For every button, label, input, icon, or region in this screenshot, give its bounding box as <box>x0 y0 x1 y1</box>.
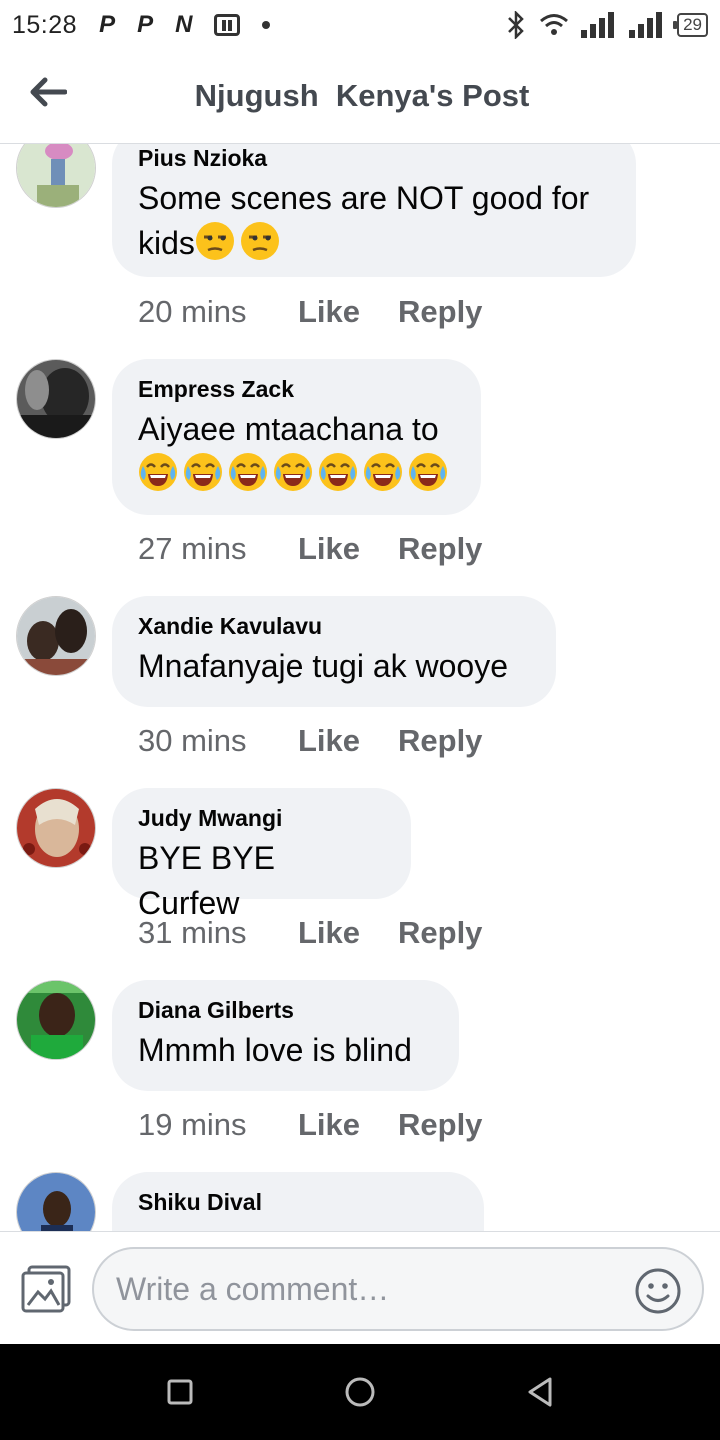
avatar[interactable] <box>16 980 96 1060</box>
unamused-face-icon <box>195 222 234 260</box>
comment-text: Aiyaee mtaachana to <box>138 407 455 497</box>
add-photo-button[interactable] <box>20 1264 74 1314</box>
status-time: 15:28 <box>12 10 78 39</box>
comment-author[interactable]: Judy Mwangi <box>138 804 385 832</box>
tears-of-joy-icon <box>319 453 357 491</box>
system-nav-bar <box>0 1344 720 1440</box>
like-button[interactable]: Like <box>298 915 398 951</box>
reply-button[interactable]: Reply <box>398 531 482 567</box>
comment-timestamp: 27 mins <box>138 531 247 566</box>
avatar[interactable] <box>16 596 96 676</box>
comment-timestamp: 31 mins <box>138 915 247 950</box>
wifi-icon <box>540 14 569 35</box>
tears-of-joy-icon <box>139 453 177 491</box>
comment-input[interactable] <box>116 1267 616 1311</box>
comment-actions: 19 mins Like Reply <box>138 1107 482 1143</box>
comment-bubble: Empress Zack Aiyaee mtaachana to <box>112 359 481 515</box>
comment-bubble: Pius Nzioka Some scenes are NOT good for… <box>112 144 636 277</box>
avatar[interactable] <box>16 359 96 439</box>
like-button[interactable]: Like <box>298 531 398 567</box>
notification-p-icon: P <box>137 11 154 38</box>
battery-indicator: 29 <box>673 13 708 37</box>
comment-timestamp: 30 mins <box>138 723 247 758</box>
recent-apps-button[interactable] <box>160 1372 200 1412</box>
notification-app-icon <box>214 14 241 36</box>
bluetooth-icon <box>508 11 524 39</box>
comment-author[interactable]: Pius Nzioka <box>138 144 610 172</box>
comment-bubble: Xandie Kavulavu Mnafanyaje tugi ak wooye <box>112 596 556 707</box>
page-title: Njugush Kenya's Post <box>194 78 530 113</box>
avatar[interactable] <box>16 1172 96 1231</box>
app-header: Njugush Kenya's Post <box>0 50 720 144</box>
like-button[interactable]: Like <box>298 294 398 330</box>
comment-text: Mmmh love is blind <box>138 1032 412 1068</box>
comment-actions: 27 mins Like Reply <box>138 531 482 567</box>
notification-n-icon: N <box>175 11 193 38</box>
like-button[interactable]: Like <box>298 723 398 759</box>
signal-icon <box>629 12 663 38</box>
comment-author[interactable]: Diana Gilberts <box>138 996 433 1024</box>
comment-bubble: Shiku Dival <box>112 1172 484 1231</box>
comment-text: Mnafanyaje tugi ak wooye <box>138 648 508 684</box>
unamused-face-icon <box>240 222 279 260</box>
photo-icon <box>21 1265 71 1313</box>
tears-of-joy-icon <box>184 453 222 491</box>
comment-composer <box>0 1231 720 1344</box>
emoji-row <box>138 453 453 492</box>
comment-author[interactable]: Xandie Kavulavu <box>138 612 530 640</box>
comment-timestamp: 20 mins <box>138 294 247 329</box>
square-icon <box>167 1379 193 1405</box>
status-bar: 15:28 P P N 29 <box>0 0 720 50</box>
notification-p-icon: P <box>99 11 116 38</box>
like-button[interactable]: Like <box>298 1107 398 1143</box>
comment-actions: 31 mins Like Reply <box>138 915 482 951</box>
avatar[interactable] <box>16 788 96 868</box>
comment-bubble: Judy Mwangi BYE BYE Curfew <box>112 788 411 921</box>
comment-actions: 20 mins Like Reply <box>138 294 482 330</box>
comment-text: Some scenes are NOT good for kids <box>138 180 590 261</box>
tears-of-joy-icon <box>229 453 267 491</box>
comment-text: BYE BYE Curfew <box>138 840 275 921</box>
comment-list[interactable]: Pius Nzioka Some scenes are NOT good for… <box>0 144 720 1231</box>
home-button[interactable] <box>340 1372 380 1412</box>
comment-author[interactable]: Shiku Dival <box>138 1188 458 1216</box>
comment-input-box[interactable] <box>92 1247 704 1331</box>
comment-author[interactable]: Empress Zack <box>138 375 455 403</box>
reply-button[interactable]: Reply <box>398 294 482 330</box>
reply-button[interactable]: Reply <box>398 1107 482 1143</box>
reply-button[interactable]: Reply <box>398 915 482 951</box>
tears-of-joy-icon <box>409 453 447 491</box>
avatar[interactable] <box>16 144 96 208</box>
tears-of-joy-icon <box>274 453 312 491</box>
reply-button[interactable]: Reply <box>398 723 482 759</box>
tears-of-joy-icon <box>364 453 402 491</box>
more-notifications-icon <box>262 21 271 29</box>
back-nav-button[interactable] <box>520 1372 560 1412</box>
comment-timestamp: 19 mins <box>138 1107 247 1142</box>
comment-bubble: Diana Gilberts Mmmh love is blind <box>112 980 459 1091</box>
emoji-button[interactable] <box>634 1267 682 1315</box>
smiley-icon <box>635 1268 681 1314</box>
comment-actions: 30 mins Like Reply <box>138 723 482 759</box>
triangle-back-icon <box>528 1377 552 1407</box>
circle-icon <box>345 1377 375 1407</box>
signal-icon <box>581 12 615 38</box>
